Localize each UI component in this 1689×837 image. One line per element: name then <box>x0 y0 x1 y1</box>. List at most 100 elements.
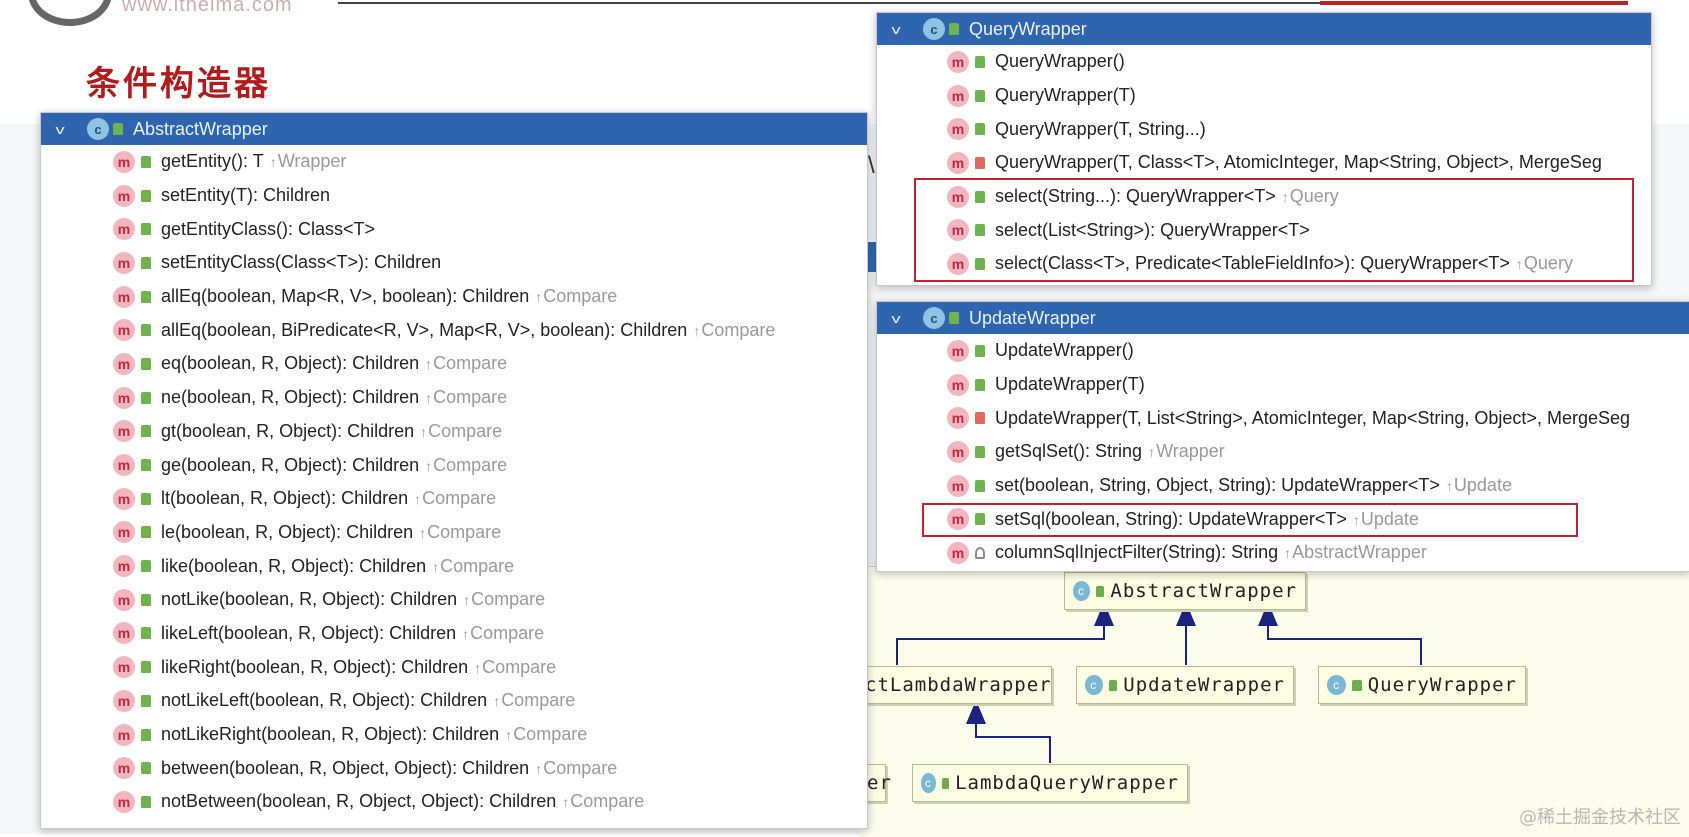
method-icon: m <box>113 555 135 578</box>
green-lock-icon <box>949 23 959 35</box>
green-lock-icon <box>975 445 985 458</box>
setsql-method-highlight <box>922 503 1578 537</box>
uml-node-abstract-lambda-wrapper[interactable]: ctLambdaWrapper <box>862 666 1052 704</box>
inherited-from-label: Compare <box>462 623 544 644</box>
green-lock-icon <box>975 123 985 136</box>
method-row[interactable]: m between(boolean, R, Object, Object): Ch… <box>41 751 867 785</box>
method-icon: m <box>947 339 969 362</box>
popup-header[interactable]: v c QueryWrapper <box>877 13 1651 45</box>
method-row[interactable]: m QueryWrapper(T) <box>877 79 1651 113</box>
class-icon: c <box>1327 675 1347 695</box>
method-row[interactable]: m UpdateWrapper() <box>877 334 1689 368</box>
method-icon: m <box>947 407 969 430</box>
class-icon: c <box>923 307 945 329</box>
method-row[interactable]: m le(boolean, R, Object): ChildrenCompare <box>41 516 867 550</box>
uml-node-abstract-wrapper[interactable]: c AbstractWrapper <box>1064 572 1306 610</box>
green-lock-icon <box>113 123 123 135</box>
popup-header[interactable]: v c AbstractWrapper <box>41 113 867 145</box>
method-icon: m <box>113 352 135 375</box>
chevron-down-icon[interactable]: v <box>883 311 908 326</box>
method-row[interactable]: m QueryWrapper() <box>877 45 1651 79</box>
chevron-down-icon[interactable]: v <box>883 22 908 37</box>
green-lock-icon <box>141 560 151 573</box>
method-icon: m <box>113 285 135 308</box>
method-row[interactable]: m QueryWrapper(T, Class<T>, AtomicInteger… <box>877 146 1651 180</box>
green-lock-icon <box>141 762 151 775</box>
method-signature: UpdateWrapper(T) <box>995 374 1145 395</box>
method-row[interactable]: m notLike(boolean, R, Object): ChildrenCo… <box>41 583 867 617</box>
green-lock-icon <box>141 728 151 741</box>
method-row[interactable]: m allEq(boolean, Map<R, V>, boolean): Chi… <box>41 280 867 314</box>
uml-node-update-wrapper[interactable]: c UpdateWrapper <box>1076 666 1294 704</box>
method-icon: m <box>947 373 969 396</box>
green-lock-icon <box>1108 679 1118 691</box>
inherited-from-label: Compare <box>535 758 617 779</box>
green-lock-icon <box>141 661 151 674</box>
method-row[interactable]: m getEntity(): T Wrapper <box>41 145 867 179</box>
method-row[interactable]: m setEntityClass(Class<T>): Children <box>41 246 867 280</box>
method-icon: m <box>113 150 135 173</box>
method-row[interactable]: m getSqlSet(): StringWrapper <box>877 435 1689 469</box>
green-lock-icon <box>941 777 950 789</box>
method-signature: between(boolean, R, Object, Object): Chi… <box>161 757 530 778</box>
key-icon <box>975 546 985 559</box>
method-icon: m <box>113 218 135 241</box>
method-row[interactable]: m like(boolean, R, Object): ChildrenCompa… <box>41 549 867 583</box>
red-lock-icon <box>975 156 985 169</box>
method-row[interactable]: m notLikeRight(boolean, R, Object): Child… <box>41 718 867 752</box>
method-row[interactable]: m likeLeft(boolean, R, Object): ChildrenC… <box>41 617 867 651</box>
abstract-wrapper-structure-popup[interactable]: v c AbstractWrapper m getEntity(): T Wrapp… <box>40 112 868 829</box>
method-icon: m <box>113 184 135 207</box>
method-row[interactable]: m QueryWrapper(T, String...) <box>877 112 1651 146</box>
method-row[interactable]: m UpdateWrapper(T) <box>877 368 1689 402</box>
method-row[interactable]: m ne(boolean, R, Object): ChildrenCompare <box>41 381 867 415</box>
uml-node-query-wrapper[interactable]: c QueryWrapper <box>1318 666 1526 704</box>
method-icon: m <box>113 723 135 746</box>
method-icon: m <box>113 386 135 409</box>
itheima-logo <box>28 0 112 26</box>
method-icon: m <box>113 319 135 342</box>
method-row[interactable]: m set(boolean, String, Object, String): U… <box>877 469 1689 503</box>
method-row[interactable]: m notLikeLeft(boolean, R, Object): Childr… <box>41 684 867 718</box>
method-icon: m <box>113 521 135 544</box>
method-signature: like(boolean, R, Object): Children <box>161 555 427 576</box>
method-signature: notLike(boolean, R, Object): Children <box>161 589 458 610</box>
method-row[interactable]: m columnSqlInjectFilter(String): StringAb… <box>877 536 1689 570</box>
header-accent <box>1320 1 1628 5</box>
inherited-from-label: Compare <box>432 556 514 577</box>
inherited-from-label: Compare <box>425 387 507 408</box>
method-signature: ne(boolean, R, Object): Children <box>161 387 420 408</box>
method-signature: columnSqlInjectFilter(String): String <box>995 542 1279 563</box>
method-signature: lt(boolean, R, Object): Children <box>161 488 409 509</box>
site-url: www.itheima.com <box>122 0 293 16</box>
inherited-from-label: Compare <box>425 353 507 374</box>
class-icon: c <box>1073 581 1090 601</box>
green-lock-icon <box>141 290 151 303</box>
inherited-from-label: Compare <box>414 488 496 509</box>
chevron-down-icon[interactable]: v <box>47 122 72 137</box>
background-text-fragment: \ <box>868 152 875 179</box>
inherited-from-label: Compare <box>419 522 501 543</box>
method-row[interactable]: m allEq(boolean, BiPredicate<R, V>, Map<R… <box>41 313 867 347</box>
method-row[interactable]: m eq(boolean, R, Object): ChildrenCompare <box>41 347 867 381</box>
inherited-from-label: AbstractWrapper <box>1284 542 1427 563</box>
method-signature: notLikeRight(boolean, R, Object): Childr… <box>161 724 500 745</box>
inherited-from-label: Wrapper <box>1148 441 1225 462</box>
method-row[interactable]: m ge(boolean, R, Object): ChildrenCompare <box>41 448 867 482</box>
method-row[interactable]: m UpdateWrapper(T, List<String>, AtomicIn… <box>877 401 1689 435</box>
popup-header[interactable]: v c UpdateWrapper <box>877 302 1689 334</box>
uml-node-lambda-query-wrapper[interactable]: c LambdaQueryWrapper <box>912 764 1188 802</box>
green-lock-icon <box>949 312 959 324</box>
method-row[interactable]: m setEntity(T): Children <box>41 179 867 213</box>
method-row[interactable]: m getEntityClass(): Class<T> <box>41 212 867 246</box>
green-lock-icon <box>141 593 151 606</box>
uml-node-label: er <box>867 772 892 794</box>
uml-node-label: AbstractWrapper <box>1110 580 1297 602</box>
method-row[interactable]: m likeRight(boolean, R, Object): Children… <box>41 650 867 684</box>
method-icon: m <box>113 251 135 274</box>
method-row[interactable]: m notBetween(boolean, R, Object, Object):… <box>41 785 867 819</box>
uml-node-label: QueryWrapper <box>1367 674 1517 696</box>
method-icon: m <box>113 790 135 813</box>
method-row[interactable]: m gt(boolean, R, Object): ChildrenCompare <box>41 415 867 449</box>
method-row[interactable]: m lt(boolean, R, Object): ChildrenCompare <box>41 482 867 516</box>
